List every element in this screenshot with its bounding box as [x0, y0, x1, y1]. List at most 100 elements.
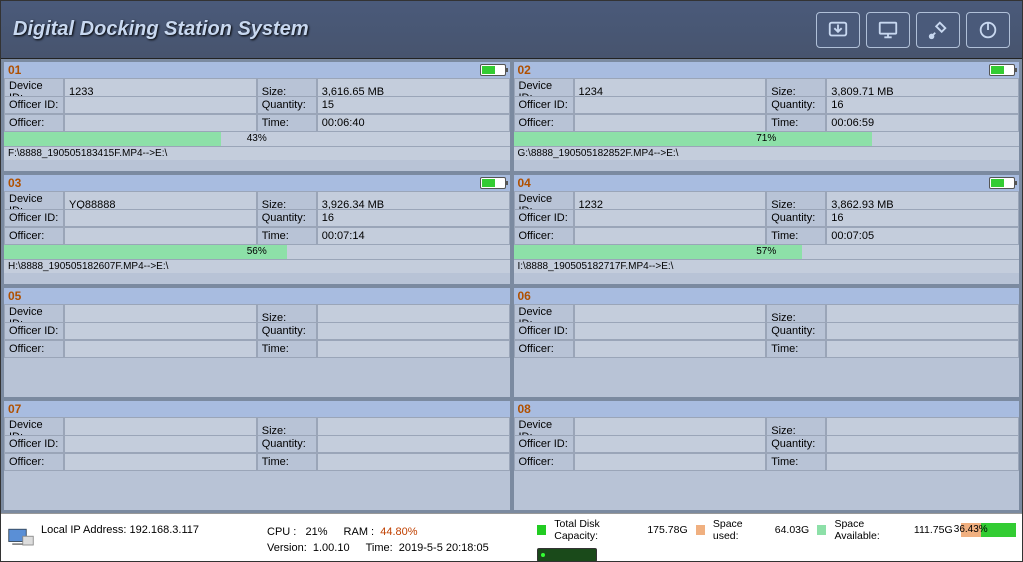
quantity-value — [317, 322, 510, 340]
monitor-button[interactable] — [866, 12, 910, 48]
officer-id-label: Officer ID: — [4, 96, 64, 114]
progress-text: 56% — [247, 245, 267, 259]
slot-body: Device ID: Size: Officer ID: Quantity: O… — [4, 304, 510, 397]
tools-icon — [927, 19, 949, 41]
officer-id-value — [574, 96, 767, 114]
battery-icon — [989, 64, 1015, 76]
officer-value — [64, 340, 257, 358]
ip-value: 192.168.3.117 — [129, 524, 199, 536]
slot-number: 08 — [518, 402, 531, 416]
progress-text: 57% — [756, 245, 776, 259]
download-icon — [827, 19, 849, 41]
settings-button[interactable] — [916, 12, 960, 48]
disk-usage-bar: 36.43% — [961, 523, 1016, 537]
slot-body: Device ID:1233 Size:3,616.65 MB Officer … — [4, 78, 510, 171]
officer-id-label: Officer ID: — [514, 322, 574, 340]
time-value: 00:06:40 — [317, 114, 510, 132]
time-value — [826, 340, 1019, 358]
slot-header: 08 — [514, 401, 1020, 417]
transfer-progress: 43% — [4, 132, 510, 146]
slot-body: Device ID:1234 Size:3,809.71 MB Officer … — [514, 78, 1020, 171]
current-file: G:\8888_190505182852F.MP4-->E:\ — [514, 146, 1020, 160]
officer-id-value — [64, 209, 257, 227]
quantity-value: 16 — [826, 96, 1019, 114]
slot-header: 04 — [514, 175, 1020, 191]
slot-number: 01 — [8, 63, 21, 77]
officer-id-label: Officer ID: — [514, 209, 574, 227]
transfer-progress: 57% — [514, 245, 1020, 259]
disk-total-label: Total Disk Capacity: — [554, 518, 639, 542]
slot-body: Device ID:1232 Size:3,862.93 MB Officer … — [514, 191, 1020, 284]
disk-avail-value: 111.75G — [914, 524, 953, 536]
officer-label: Officer: — [4, 114, 64, 132]
power-icon — [977, 19, 999, 41]
officer-label: Officer: — [514, 227, 574, 245]
officer-value — [64, 453, 257, 471]
quantity-label: Quantity: — [766, 435, 826, 453]
officer-id-value — [574, 322, 767, 340]
status-bar: Local IP Address: 192.168.3.117 CPU : 21… — [1, 513, 1022, 561]
quantity-value — [826, 322, 1019, 340]
officer-label: Officer: — [4, 453, 64, 471]
time-value: 00:07:05 — [826, 227, 1019, 245]
time-value — [317, 453, 510, 471]
cpu-value: 21% — [306, 526, 328, 538]
device-slot-08[interactable]: 08 Device ID: Size: Officer ID: Quantity… — [513, 400, 1021, 511]
device-grid: 01 Device ID:1233 Size:3,616.65 MB Offic… — [1, 59, 1022, 513]
officer-value — [574, 453, 767, 471]
slot-number: 02 — [518, 63, 531, 77]
officer-id-value — [574, 209, 767, 227]
slot-header: 05 — [4, 288, 510, 304]
version-label: Version: — [267, 542, 307, 554]
slot-number: 03 — [8, 176, 21, 190]
quantity-value: 15 — [317, 96, 510, 114]
officer-id-value — [64, 322, 257, 340]
app-title: Digital Docking Station System — [13, 18, 309, 41]
toolbar — [816, 12, 1010, 48]
officer-id-label: Officer ID: — [514, 96, 574, 114]
device-slot-02[interactable]: 02 Device ID:1234 Size:3,809.71 MB Offic… — [513, 61, 1021, 172]
app-window: Digital Docking Station System 01 Device… — [0, 0, 1023, 562]
slot-header: 07 — [4, 401, 510, 417]
battery-icon — [989, 177, 1015, 189]
time-value — [826, 453, 1019, 471]
officer-label: Officer: — [4, 227, 64, 245]
device-slot-05[interactable]: 05 Device ID: Size: Officer ID: Quantity… — [3, 287, 511, 398]
officer-label: Officer: — [514, 114, 574, 132]
time-value — [317, 340, 510, 358]
quantity-label: Quantity: — [257, 435, 317, 453]
current-file: F:\8888_190505183415F.MP4-->E:\ — [4, 146, 510, 160]
cpu-label: CPU : — [267, 526, 296, 538]
time-label: Time: — [766, 227, 826, 245]
computer-icon — [7, 524, 35, 552]
device-slot-07[interactable]: 07 Device ID: Size: Officer ID: Quantity… — [3, 400, 511, 511]
slot-number: 06 — [518, 289, 531, 303]
time-label: Time: — [257, 340, 317, 358]
download-button[interactable] — [816, 12, 860, 48]
officer-id-value — [64, 435, 257, 453]
officer-value — [574, 340, 767, 358]
slot-number: 05 — [8, 289, 21, 303]
quantity-value: 16 — [826, 209, 1019, 227]
device-slot-03[interactable]: 03 Device ID:YQ88888 Size:3,926.34 MB Of… — [3, 174, 511, 285]
time-label: Time: — [257, 227, 317, 245]
officer-id-label: Officer ID: — [4, 209, 64, 227]
ip-label: Local IP Address: — [41, 524, 126, 536]
slot-body: Device ID:YQ88888 Size:3,926.34 MB Offic… — [4, 191, 510, 284]
device-slot-04[interactable]: 04 Device ID:1232 Size:3,862.93 MB Offic… — [513, 174, 1021, 285]
power-button[interactable] — [966, 12, 1010, 48]
battery-icon — [480, 177, 506, 189]
disk-summary: Total Disk Capacity: 175.78G Space used:… — [537, 518, 1016, 542]
slot-header: 01 — [4, 62, 510, 78]
monitor-icon — [877, 19, 899, 41]
disk-used-value: 64.03G — [775, 524, 809, 536]
slot-body: Device ID: Size: Officer ID: Quantity: O… — [514, 304, 1020, 397]
device-slot-01[interactable]: 01 Device ID:1233 Size:3,616.65 MB Offic… — [3, 61, 511, 172]
disk-total-value: 175.78G — [647, 524, 687, 536]
quantity-value: 16 — [317, 209, 510, 227]
ram-value: 44.80% — [380, 526, 417, 538]
device-slot-06[interactable]: 06 Device ID: Size: Officer ID: Quantity… — [513, 287, 1021, 398]
transfer-progress: 56% — [4, 245, 510, 259]
officer-id-value — [64, 96, 257, 114]
quantity-value — [826, 435, 1019, 453]
